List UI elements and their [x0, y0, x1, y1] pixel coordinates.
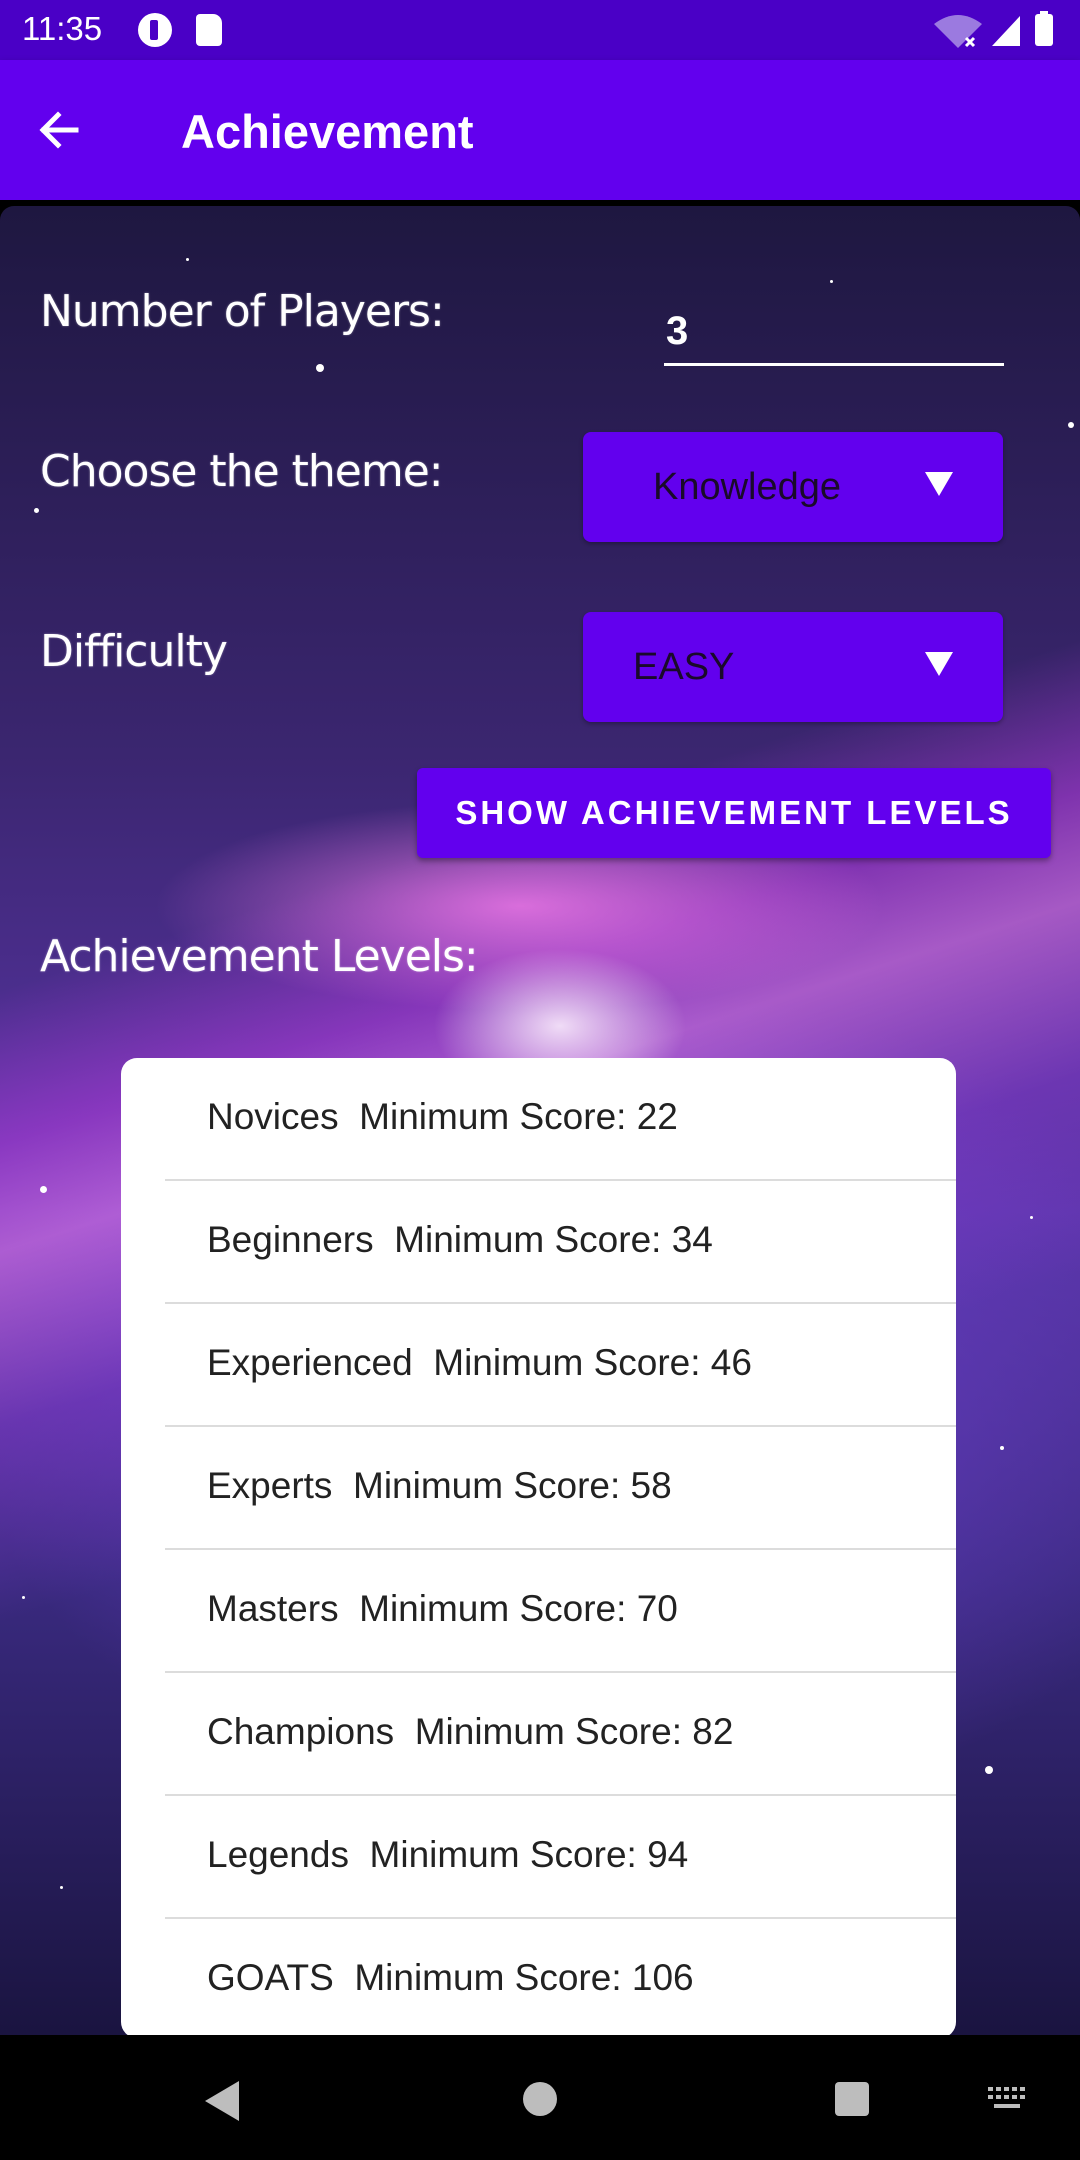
show-achievement-levels-button[interactable]: SHOW ACHIEVEMENT LEVELS — [417, 768, 1051, 858]
difficulty-dropdown[interactable]: EASY — [583, 612, 1003, 722]
page-title: Achievement — [181, 105, 474, 158]
achievement-levels-list[interactable]: Novices Minimum Score: 22 Beginners Mini… — [121, 1058, 956, 2035]
list-item[interactable]: Experienced Minimum Score: 46 — [121, 1304, 956, 1427]
background-star — [1000, 1446, 1004, 1450]
status-bar: 11:35 — [0, 0, 1080, 60]
list-item[interactable]: Beginners Minimum Score: 34 — [121, 1181, 956, 1304]
level-text: Legends Minimum Score: 94 — [207, 1834, 689, 1875]
level-text: Novices Minimum Score: 22 — [207, 1096, 678, 1137]
players-label: Number of Players: — [40, 286, 445, 337]
difficulty-label: Difficulty — [40, 626, 228, 677]
nav-home-icon[interactable] — [523, 2082, 557, 2116]
status-time: 11:35 — [22, 10, 103, 47]
theme-label: Choose the theme: — [40, 446, 444, 497]
sd-card-icon — [196, 14, 222, 46]
background-star — [34, 508, 39, 513]
list-item[interactable]: Masters Minimum Score: 70 — [121, 1550, 956, 1673]
background-star — [1068, 422, 1074, 428]
content-area: Number of Players: Choose the theme: Kno… — [0, 206, 1080, 2035]
difficulty-selected: EASY — [633, 646, 735, 688]
list-item[interactable]: Experts Minimum Score: 58 — [121, 1427, 956, 1550]
nav-recents-icon[interactable] — [835, 2082, 869, 2116]
background-star — [60, 1886, 63, 1889]
notification-icon — [138, 13, 172, 47]
signal-icon — [992, 16, 1020, 46]
dropdown-arrow-icon — [925, 472, 953, 496]
list-item[interactable]: Novices Minimum Score: 22 — [121, 1058, 956, 1181]
list-item[interactable]: Legends Minimum Score: 94 — [121, 1796, 956, 1919]
list-item[interactable]: GOATS Minimum Score: 106 — [121, 1919, 956, 2035]
wifi-icon — [934, 15, 982, 48]
navigation-bar — [0, 2035, 1080, 2160]
back-button[interactable] — [30, 100, 110, 160]
background-star — [40, 1186, 47, 1193]
background-star — [316, 364, 324, 372]
status-icons — [934, 11, 1053, 48]
players-input[interactable] — [664, 300, 1004, 366]
arrow-back-icon — [39, 111, 79, 149]
achievement-levels-label: Achievement Levels: — [40, 931, 479, 982]
background-star — [830, 280, 833, 283]
level-text: Champions Minimum Score: 82 — [207, 1711, 734, 1752]
background-star — [985, 1766, 993, 1774]
nav-back-icon[interactable] — [205, 2081, 239, 2121]
background-star — [22, 1596, 25, 1599]
app-bar: Achievement — [0, 60, 1080, 200]
background-star — [186, 258, 189, 261]
theme-dropdown[interactable]: Knowledge — [583, 432, 1003, 542]
level-text: Experienced Minimum Score: 46 — [207, 1342, 752, 1383]
list-item[interactable]: Champions Minimum Score: 82 — [121, 1673, 956, 1796]
level-text: Masters Minimum Score: 70 — [207, 1588, 678, 1629]
background-star — [1030, 1216, 1033, 1219]
battery-icon — [1035, 14, 1053, 46]
theme-selected: Knowledge — [653, 466, 842, 508]
level-text: Beginners Minimum Score: 34 — [207, 1219, 713, 1260]
keyboard-icon[interactable] — [988, 2087, 1026, 2111]
dropdown-arrow-icon — [925, 652, 953, 676]
level-text: Experts Minimum Score: 58 — [207, 1465, 672, 1506]
level-text: GOATS Minimum Score: 106 — [207, 1957, 694, 1998]
